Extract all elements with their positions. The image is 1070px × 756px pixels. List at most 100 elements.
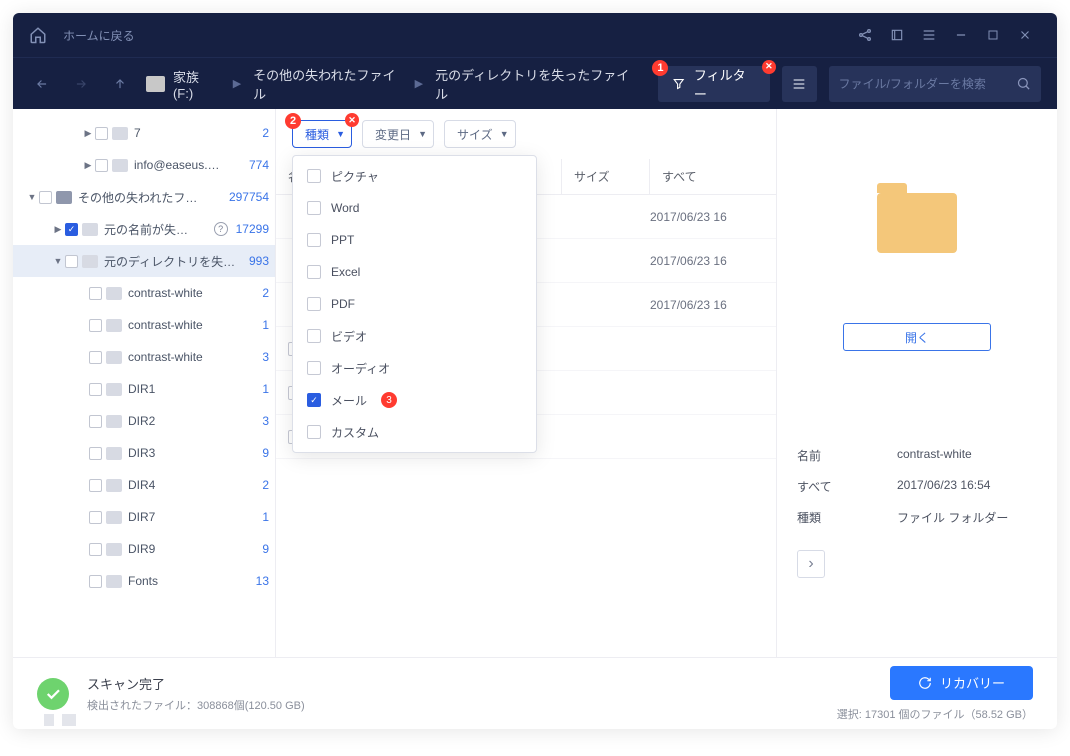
tree-toggle-icon[interactable]: ▼ bbox=[53, 256, 63, 266]
minimize-button[interactable] bbox=[945, 19, 977, 51]
dropdown-checkbox[interactable] bbox=[307, 265, 321, 279]
filter-type[interactable]: 種類 ▼ 2 ✕ bbox=[292, 120, 352, 148]
tree-label: その他の失われたフ… bbox=[78, 189, 225, 206]
tree-checkbox[interactable] bbox=[89, 479, 102, 492]
tree-checkbox[interactable] bbox=[95, 159, 108, 172]
tree-row[interactable]: contrast-white 1 bbox=[13, 309, 275, 341]
tree-toggle-icon[interactable]: ▶ bbox=[83, 128, 93, 139]
tree-checkbox[interactable] bbox=[89, 287, 102, 300]
dropdown-checkbox[interactable]: ✓ bbox=[307, 393, 321, 407]
tree-checkbox[interactable] bbox=[65, 255, 78, 268]
dropdown-checkbox[interactable] bbox=[307, 361, 321, 375]
tree-row[interactable]: DIR2 3 bbox=[13, 405, 275, 437]
view-toggle-button[interactable] bbox=[782, 66, 817, 102]
filter-date[interactable]: 変更日▼ bbox=[362, 120, 434, 148]
col-size[interactable]: サイズ bbox=[562, 159, 650, 194]
pause-controls[interactable] bbox=[44, 714, 76, 726]
tree-row[interactable]: ▼ 元のディレクトリを失… 993 bbox=[13, 245, 275, 277]
dropdown-checkbox[interactable] bbox=[307, 201, 321, 215]
prop-name-label: 名前 bbox=[797, 447, 897, 464]
tree-checkbox[interactable] bbox=[95, 127, 108, 140]
tree-count: 3 bbox=[262, 350, 269, 364]
folder-icon bbox=[106, 447, 122, 460]
tree-checkbox[interactable] bbox=[89, 351, 102, 364]
crumb-2[interactable]: 元のディレクトリを失ったファイル bbox=[435, 65, 634, 103]
dropdown-item[interactable]: Excel bbox=[293, 256, 536, 288]
close-button[interactable] bbox=[1009, 19, 1041, 51]
file-panel: 種類 ▼ 2 ✕ 変更日▼ サイズ▼ ピクチャ Word PPT Excel P… bbox=[276, 109, 777, 657]
window-icon[interactable] bbox=[881, 19, 913, 51]
dropdown-checkbox[interactable] bbox=[307, 233, 321, 247]
dropdown-checkbox[interactable] bbox=[307, 297, 321, 311]
tree-row[interactable]: ▼ その他の失われたフ… 297754 bbox=[13, 181, 275, 213]
tree-checkbox[interactable] bbox=[89, 415, 102, 428]
dropdown-checkbox[interactable] bbox=[307, 329, 321, 343]
tree-row[interactable]: DIR4 2 bbox=[13, 469, 275, 501]
tree-checkbox[interactable] bbox=[39, 191, 52, 204]
folder-tree[interactable]: ▶ 7 2▶ info@easeus.… 774▼ その他の失われたフ… 297… bbox=[13, 109, 276, 657]
search-icon[interactable] bbox=[1016, 76, 1031, 91]
tree-label: DIR2 bbox=[128, 414, 258, 428]
tree-checkbox[interactable] bbox=[89, 447, 102, 460]
col-all[interactable]: すべて bbox=[650, 159, 776, 194]
type-dropdown[interactable]: ピクチャ Word PPT Excel PDF ビデオ オーディオ ✓ メール … bbox=[292, 155, 537, 453]
tree-row[interactable]: DIR1 1 bbox=[13, 373, 275, 405]
menu-icon[interactable] bbox=[913, 19, 945, 51]
tree-row[interactable]: contrast-white 3 bbox=[13, 341, 275, 373]
tree-row[interactable]: DIR9 9 bbox=[13, 533, 275, 565]
share-icon[interactable] bbox=[849, 19, 881, 51]
tree-row[interactable]: ▶ ✓ 元の名前が失… ? 17299 bbox=[13, 213, 275, 245]
up-button[interactable] bbox=[107, 70, 134, 98]
maximize-button[interactable] bbox=[977, 19, 1009, 51]
dropdown-item[interactable]: ✓ メール 3 bbox=[293, 384, 536, 416]
home-icon[interactable] bbox=[29, 26, 47, 44]
tree-toggle-icon[interactable]: ▼ bbox=[27, 192, 37, 202]
dropdown-item[interactable]: オーディオ bbox=[293, 352, 536, 384]
dropdown-item[interactable]: PDF bbox=[293, 288, 536, 320]
disk-chip[interactable]: 家族 (F:) bbox=[146, 67, 221, 101]
dropdown-item[interactable]: PPT bbox=[293, 224, 536, 256]
next-button[interactable]: › bbox=[797, 550, 825, 578]
tree-checkbox[interactable] bbox=[89, 383, 102, 396]
tree-checkbox[interactable] bbox=[89, 511, 102, 524]
folder-icon bbox=[106, 287, 122, 300]
dropdown-item[interactable]: Word bbox=[293, 192, 536, 224]
tree-count: 993 bbox=[249, 254, 269, 268]
tree-row[interactable]: ▶ 7 2 bbox=[13, 117, 275, 149]
filter-clear-badge[interactable]: ✕ bbox=[762, 60, 776, 74]
tree-checkbox[interactable] bbox=[89, 575, 102, 588]
tree-row[interactable]: ▶ info@easeus.… 774 bbox=[13, 149, 275, 181]
help-icon[interactable]: ? bbox=[214, 222, 228, 236]
folder-icon bbox=[112, 159, 128, 172]
tree-checkbox[interactable] bbox=[89, 319, 102, 332]
recover-button[interactable]: リカバリー bbox=[890, 666, 1033, 700]
tree-checkbox[interactable]: ✓ bbox=[65, 223, 78, 236]
tree-row[interactable]: contrast-white 2 bbox=[13, 277, 275, 309]
back-button[interactable] bbox=[29, 70, 56, 98]
dropdown-item[interactable]: ピクチャ bbox=[293, 160, 536, 192]
disk-icon bbox=[146, 76, 165, 92]
tree-row[interactable]: DIR7 1 bbox=[13, 501, 275, 533]
dropdown-item[interactable]: ビデオ bbox=[293, 320, 536, 352]
dropdown-label: カスタム bbox=[331, 424, 379, 441]
dropdown-checkbox[interactable] bbox=[307, 425, 321, 439]
crumb-1[interactable]: その他の失われたファイル bbox=[253, 65, 403, 103]
tree-row[interactable]: Fonts 13 bbox=[13, 565, 275, 597]
filter-badge: 1 bbox=[652, 60, 668, 76]
dropdown-item[interactable]: カスタム bbox=[293, 416, 536, 448]
home-label[interactable]: ホームに戻る bbox=[63, 27, 135, 44]
search-wrap[interactable] bbox=[829, 66, 1041, 102]
filter-type-clear[interactable]: ✕ bbox=[345, 113, 359, 127]
dropdown-checkbox[interactable] bbox=[307, 169, 321, 183]
tree-count: 1 bbox=[262, 382, 269, 396]
tree-row[interactable]: DIR3 9 bbox=[13, 437, 275, 469]
filter-size[interactable]: サイズ▼ bbox=[444, 120, 516, 148]
search-input[interactable] bbox=[839, 77, 1016, 91]
tree-count: 9 bbox=[262, 446, 269, 460]
open-button[interactable]: 開く bbox=[843, 323, 991, 351]
filter-button[interactable]: フィルター 1 ✕ bbox=[658, 66, 769, 102]
tree-checkbox[interactable] bbox=[89, 543, 102, 556]
tree-toggle-icon[interactable]: ▶ bbox=[53, 224, 63, 235]
forward-button[interactable] bbox=[68, 70, 95, 98]
tree-toggle-icon[interactable]: ▶ bbox=[83, 160, 93, 171]
